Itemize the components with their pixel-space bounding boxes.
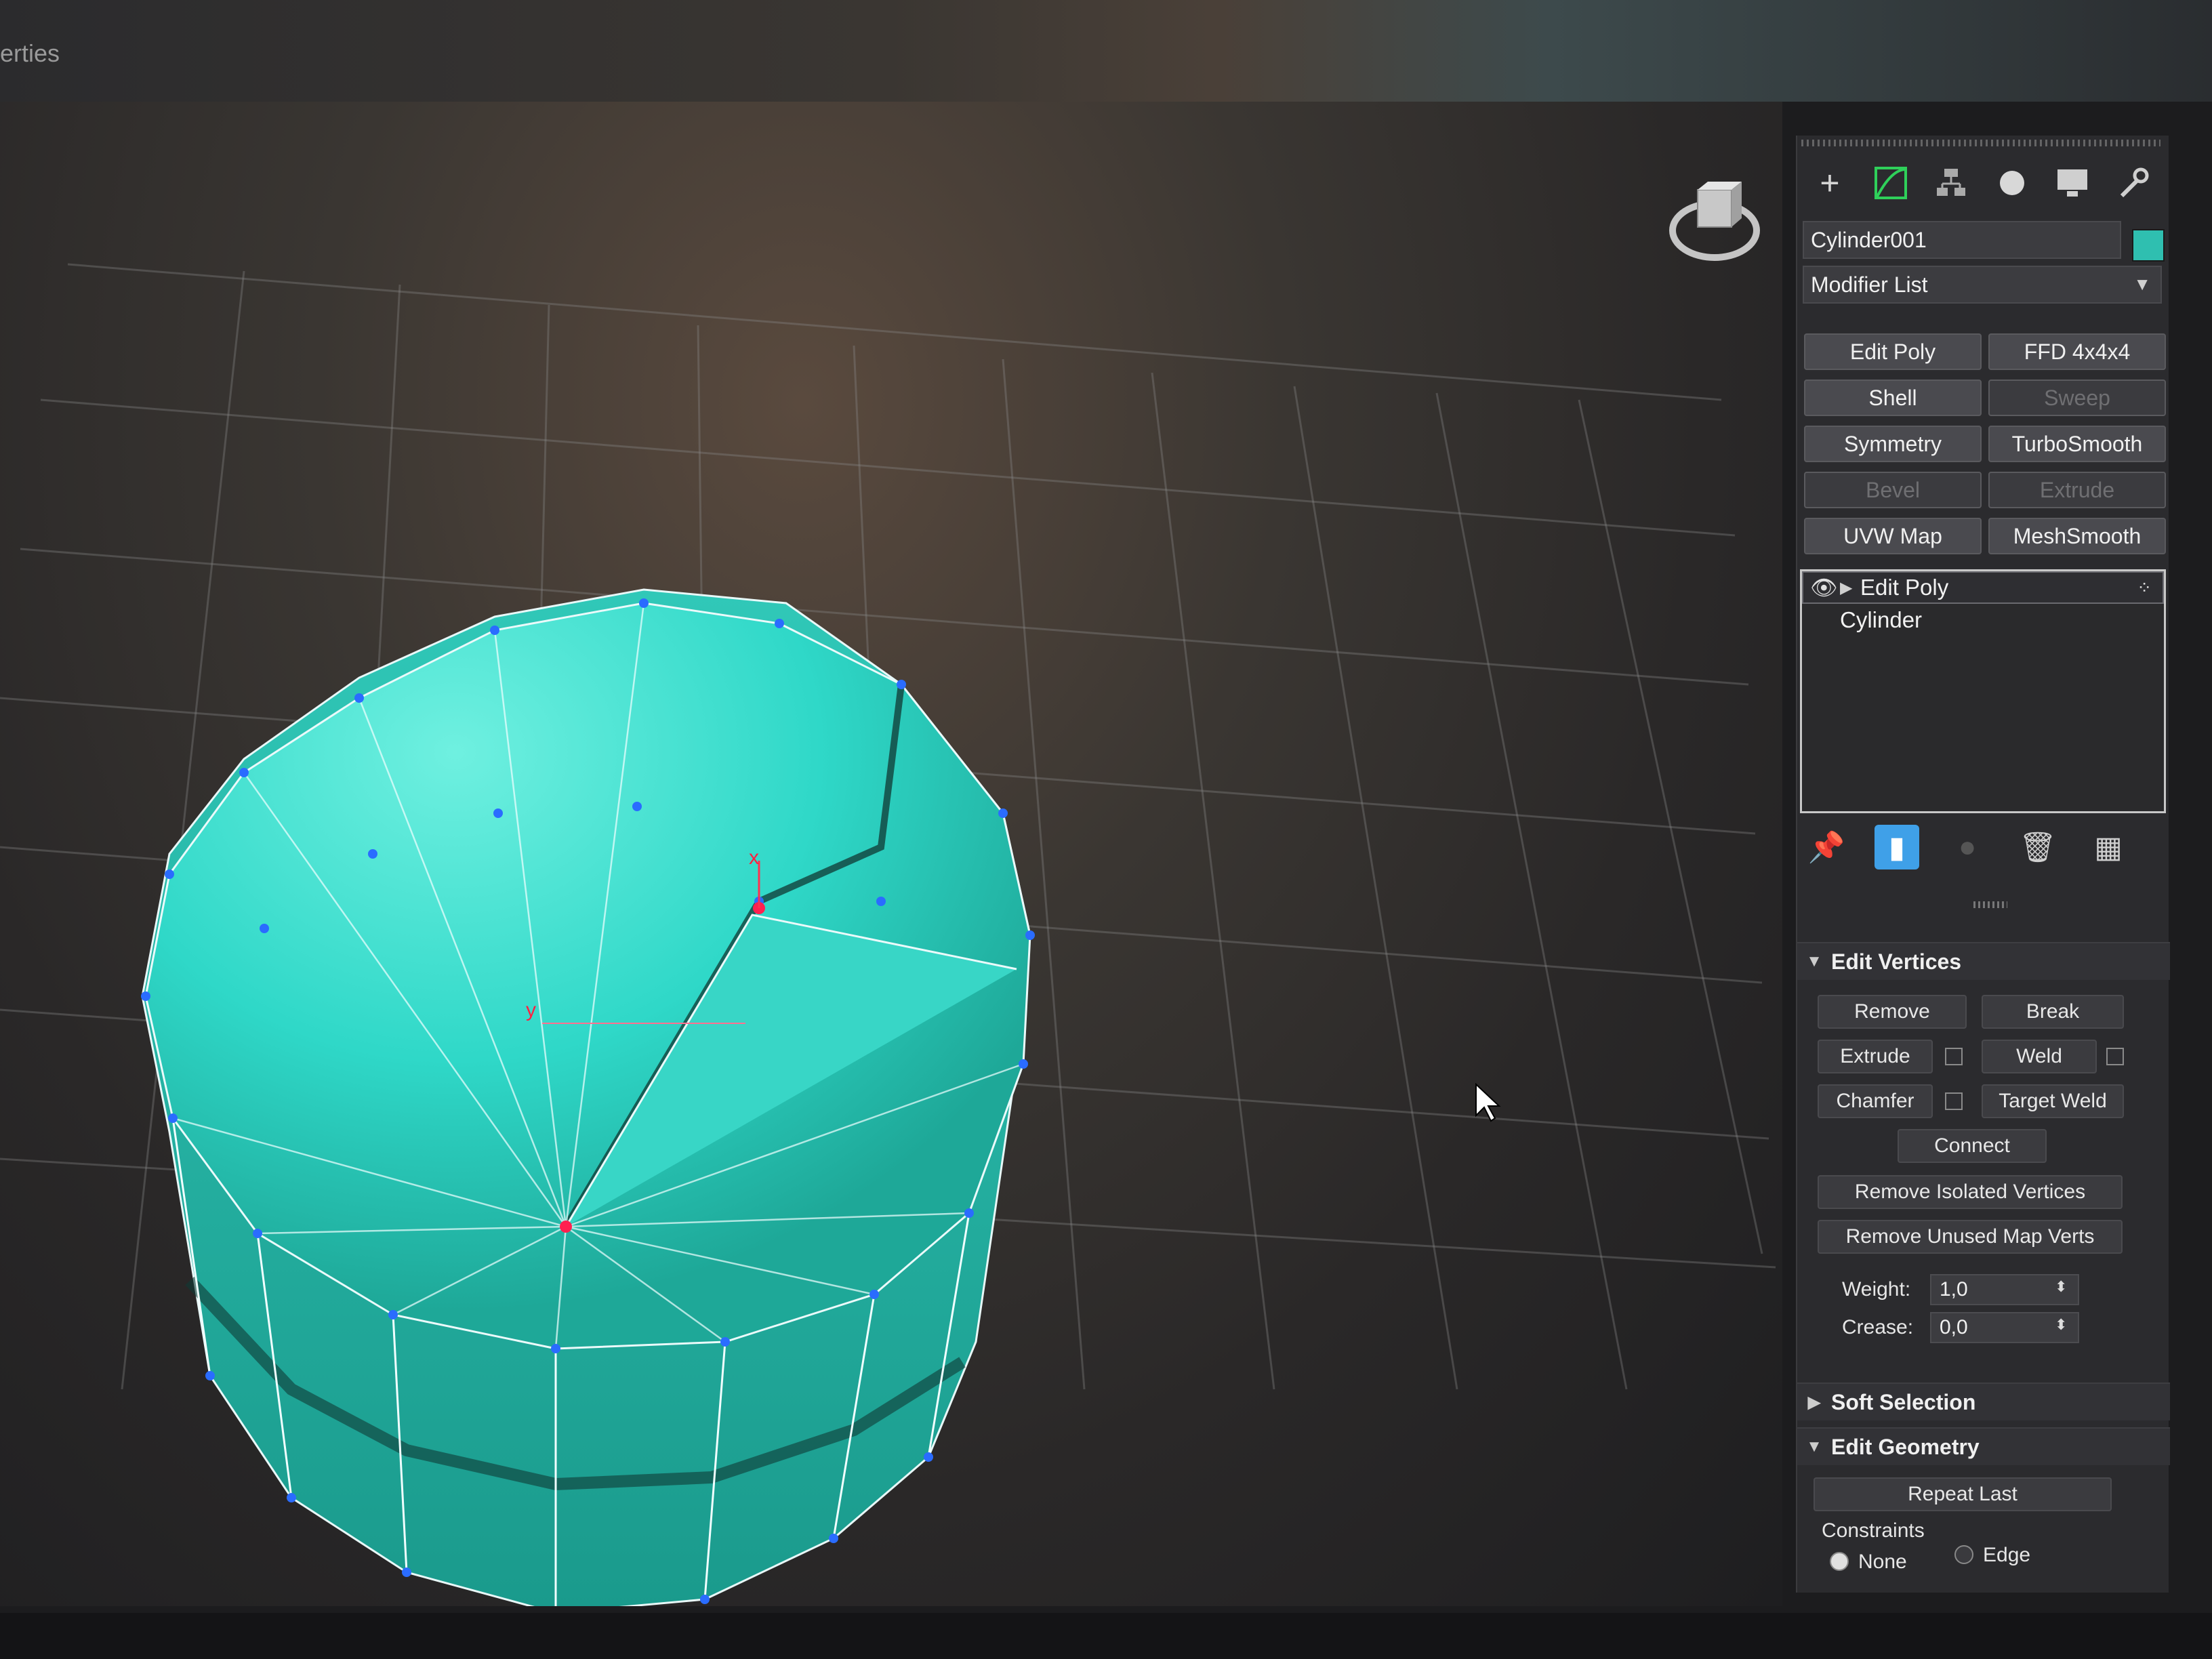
motion-icon[interactable] xyxy=(1988,159,2036,207)
constraint-edge-label: Edge xyxy=(1983,1544,2031,1566)
create-icon[interactable]: + xyxy=(1805,159,1854,207)
subobject-dots-icon: ⁘ xyxy=(2137,577,2152,598)
panel-grip[interactable] xyxy=(1801,140,2160,146)
target-weld-button[interactable]: Target Weld xyxy=(1982,1084,2124,1118)
bevel-button[interactable]: Bevel xyxy=(1804,472,1982,508)
soft-selection-rollout-header[interactable]: ▶ Soft Selection xyxy=(1797,1382,2170,1420)
rollout-title: Soft Selection xyxy=(1831,1389,1976,1414)
stack-item-label: Cylinder xyxy=(1840,607,1923,632)
symmetry-button[interactable]: Symmetry xyxy=(1804,426,1982,462)
extrude-modifier-button[interactable]: Extrude xyxy=(1988,472,2166,508)
chamfer-button[interactable]: Chamfer xyxy=(1818,1084,1933,1118)
stack-item-cylinder[interactable]: Cylinder xyxy=(1802,604,2164,636)
crease-spinner-icon[interactable]: ⬍ xyxy=(2055,1316,2067,1334)
collapse-arrow-icon: ▼ xyxy=(1806,1437,1822,1456)
shell-button[interactable]: Shell xyxy=(1804,380,1982,416)
perspective-viewport[interactable]: x y xyxy=(0,102,1782,1606)
turbosmooth-button[interactable]: TurboSmooth xyxy=(1988,426,2166,462)
modifier-sets: Edit Poly FFD 4x4x4 Shell Sweep Symmetry… xyxy=(1804,333,2166,554)
weight-spinner-icon[interactable]: ⬍ xyxy=(2055,1278,2067,1296)
chamfer-settings-icon[interactable] xyxy=(1945,1092,1963,1110)
remove-isolated-vertices-button[interactable]: Remove Isolated Vertices xyxy=(1818,1175,2123,1209)
utilities-icon[interactable] xyxy=(2109,159,2158,207)
expand-arrow-icon[interactable]: ▶ xyxy=(1840,578,1860,598)
constraint-none-label: None xyxy=(1858,1551,1907,1573)
modifier-list-dropdown[interactable]: Modifier List ▼ xyxy=(1803,266,2162,304)
connect-button[interactable]: Connect xyxy=(1898,1129,2047,1163)
chevron-down-icon: ▼ xyxy=(2133,274,2151,294)
modify-icon[interactable] xyxy=(1866,159,1915,207)
crease-label: Crease: xyxy=(1842,1316,1914,1338)
extrude-settings-icon[interactable] xyxy=(1945,1048,1963,1065)
object-color-swatch[interactable] xyxy=(2132,229,2165,262)
sweep-button[interactable]: Sweep xyxy=(1988,380,2166,416)
rollout-title: Edit Vertices xyxy=(1831,949,1962,974)
cylinder-mesh: x y xyxy=(141,588,1035,1606)
weld-settings-icon[interactable] xyxy=(2106,1048,2124,1065)
viewcube-icon xyxy=(1669,182,1760,261)
break-button[interactable]: Break xyxy=(1982,995,2124,1029)
bottom-bar xyxy=(0,1613,2212,1659)
extrude-button[interactable]: Extrude xyxy=(1818,1040,1933,1073)
stack-item-edit-poly[interactable]: 👁 ▶ Edit Poly ⁘ xyxy=(1802,571,2164,604)
configure-icon[interactable]: ▦ xyxy=(2086,825,2131,869)
modifier-stack: 👁 ▶ Edit Poly ⁘ Cylinder xyxy=(1800,569,2166,813)
gizmo-y-label: y xyxy=(526,999,536,1021)
ffd-button[interactable]: FFD 4x4x4 xyxy=(1988,333,2166,370)
viewcube[interactable] xyxy=(1667,176,1762,271)
uvw-map-button[interactable]: UVW Map xyxy=(1804,518,1982,554)
gizmo-x-label: x xyxy=(749,846,759,869)
constraint-edge-radio[interactable] xyxy=(1954,1545,1973,1564)
make-unique-icon[interactable]: ● xyxy=(1945,825,1990,869)
command-panel-tabs: + xyxy=(1805,156,2158,210)
rollout-title: Edit Geometry xyxy=(1831,1434,1980,1459)
repeat-last-button[interactable]: Repeat Last xyxy=(1814,1477,2112,1511)
collapse-arrow-icon: ▼ xyxy=(1806,952,1822,970)
stack-toolbar: 📌 ▮ ● 🗑 ▦ xyxy=(1804,820,2143,874)
hierarchy-icon[interactable] xyxy=(1927,159,1975,207)
edit-poly-button[interactable]: Edit Poly xyxy=(1804,333,1982,370)
eye-icon[interactable]: 👁 xyxy=(1810,575,1840,600)
constraint-none-radio[interactable] xyxy=(1830,1552,1849,1571)
expand-arrow-icon: ▶ xyxy=(1807,1393,1821,1412)
modifier-list-label: Modifier List xyxy=(1811,272,1928,297)
edit-geometry-rollout-header[interactable]: ▼ Edit Geometry xyxy=(1797,1427,2170,1465)
command-panel: + Cylinder001 Modifier List ▼ Edit Poly … xyxy=(1796,136,2170,1593)
edit-vertices-rollout-header[interactable]: ▼ Edit Vertices xyxy=(1797,942,2170,980)
trash-icon[interactable]: 🗑 xyxy=(2015,825,2060,869)
display-icon[interactable] xyxy=(2048,159,2097,207)
meshsmooth-button[interactable]: MeshSmooth xyxy=(1988,518,2166,554)
constraints-label: Constraints xyxy=(1822,1519,1925,1542)
show-end-result-icon[interactable]: ▮ xyxy=(1875,825,1919,869)
properties-tab[interactable]: erties xyxy=(0,39,60,68)
viewport-scene: x y xyxy=(0,263,1776,1606)
remove-button[interactable]: Remove xyxy=(1818,995,1967,1029)
remove-unused-map-verts-button[interactable]: Remove Unused Map Verts xyxy=(1818,1220,2123,1254)
stack-item-label: Edit Poly xyxy=(1860,575,1949,600)
object-name-field[interactable]: Cylinder001 xyxy=(1803,221,2121,259)
panel-splitter[interactable] xyxy=(1973,901,2007,908)
weld-button[interactable]: Weld xyxy=(1982,1040,2097,1073)
weight-label: Weight: xyxy=(1842,1278,1911,1300)
title-strip: erties xyxy=(0,0,2212,102)
pin-icon[interactable]: 📌 xyxy=(1804,825,1849,869)
